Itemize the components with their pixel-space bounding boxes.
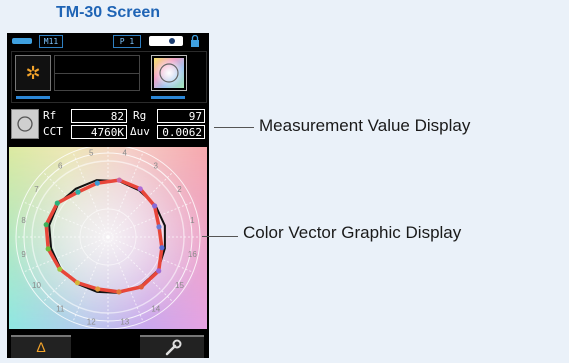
hue-bin-marker — [43, 222, 49, 228]
hue-bin-marker — [74, 280, 80, 286]
hue-bin-marker — [116, 177, 122, 183]
hue-bin-label: 2 — [177, 185, 182, 194]
hue-bin-marker — [94, 180, 100, 186]
hue-bin-marker — [75, 189, 81, 195]
hue-bin-label: 16 — [188, 250, 197, 259]
page-indicator: P 1 — [113, 35, 141, 48]
lock-icon — [191, 35, 199, 47]
hue-bin-label: 9 — [21, 250, 26, 259]
hue-bin-label: 14 — [151, 305, 160, 314]
hue-bin-marker — [138, 284, 144, 290]
cct-label: CCT — [43, 125, 63, 138]
delta-icon: Δ — [36, 339, 46, 355]
rf-value: 82 — [71, 109, 127, 123]
hue-bin-marker — [159, 245, 165, 251]
measurement-leader-line — [214, 127, 254, 128]
hue-bin-marker — [156, 268, 162, 274]
rf-label: Rf — [43, 109, 57, 122]
sun-icon: ✲ — [25, 63, 41, 83]
info-box — [54, 55, 140, 91]
measurement-values: Rf 82 Rg 97 CCT 4760K Δuv 0.0062 — [9, 107, 207, 141]
status-bar: M11 P 1 — [7, 33, 209, 49]
hue-bin-marker — [116, 289, 122, 295]
hue-bin-label: 12 — [87, 317, 96, 326]
memory-indicator: M11 — [39, 35, 63, 48]
duv-label: Δuv — [130, 125, 150, 138]
color-wheel-icon — [154, 58, 184, 88]
wrench-icon — [165, 339, 182, 356]
bottom-bar: Δ — [7, 331, 209, 358]
battery-icon — [12, 38, 32, 44]
hue-bin-marker — [45, 246, 51, 252]
hue-bin-marker — [95, 286, 101, 292]
hue-bin-label: 1 — [190, 216, 195, 225]
hue-bin-label: 5 — [89, 149, 94, 158]
hue-bin-marker — [156, 224, 162, 230]
hue-bin-label: 11 — [56, 305, 65, 314]
color-vector-callout: Color Vector Graphic Display — [243, 223, 462, 242]
hue-bin-label: 7 — [34, 185, 39, 194]
hue-bin-label: 4 — [123, 149, 128, 158]
screen-title: TM-30 Screen — [55, 4, 161, 21]
delta-button[interactable]: Δ — [11, 335, 71, 358]
hue-bin-label: 10 — [32, 281, 41, 290]
hue-bin-label: 3 — [154, 161, 159, 170]
toggle-indicator — [149, 36, 183, 46]
hue-bin-marker — [54, 200, 60, 206]
color-wheel-icon — [11, 109, 39, 139]
hue-bin-marker — [57, 266, 63, 272]
hue-bin-label: 8 — [21, 216, 26, 225]
hue-bin-label: 15 — [175, 281, 184, 290]
meter-screen: M11 P 1 ✲ Rf 82 Rg 97 CCT 4760K Δuv 0.00… — [7, 33, 209, 358]
measurement-callout: Measurement Value Display — [259, 116, 471, 135]
duv-value: 0.0062 — [157, 125, 205, 139]
color-wheel-button[interactable] — [151, 55, 187, 91]
hue-bin-label: 13 — [120, 317, 129, 326]
rg-label: Rg — [133, 109, 147, 122]
hue-bin-marker — [137, 186, 143, 192]
cct-value: 4760K — [71, 125, 127, 139]
settings-button[interactable] — [140, 335, 204, 358]
hue-bin-label: 6 — [58, 161, 63, 170]
rg-value: 97 — [157, 109, 205, 123]
light-mode-button[interactable]: ✲ — [15, 55, 51, 91]
color-vector-graphic: 1 2 3 4 5 6 7 8 9 10 11 12 13 14 15 16 — [9, 144, 207, 330]
color-vector-leader-line — [202, 236, 238, 237]
hue-bin-marker — [152, 203, 158, 209]
mode-panel: ✲ — [11, 51, 207, 103]
